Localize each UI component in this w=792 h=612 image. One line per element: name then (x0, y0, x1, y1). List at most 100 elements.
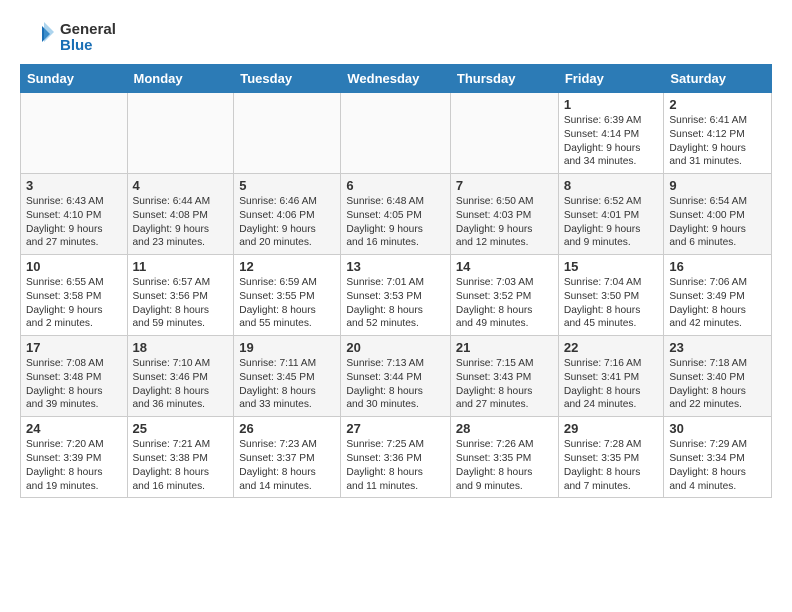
day-number: 27 (346, 421, 445, 436)
day-number: 20 (346, 340, 445, 355)
day-number: 5 (239, 178, 335, 193)
calendar-cell: 27 Sunrise: 7:25 AMSunset: 3:36 PMDayligh… (341, 417, 451, 498)
calendar-cell (127, 93, 234, 174)
day-info: Sunrise: 7:04 AMSunset: 3:50 PMDaylight:… (564, 276, 659, 331)
day-info: Sunrise: 7:06 AMSunset: 3:49 PMDaylight:… (669, 276, 766, 331)
header-day-monday: Monday (127, 65, 234, 93)
logo-icon (20, 20, 56, 56)
day-info: Sunrise: 6:59 AMSunset: 3:55 PMDaylight:… (239, 276, 335, 331)
day-number: 26 (239, 421, 335, 436)
day-number: 15 (564, 259, 659, 274)
week-row-4: 17 Sunrise: 7:08 AMSunset: 3:48 PMDayligh… (21, 336, 772, 417)
logo-general: General (60, 22, 116, 39)
header-day-wednesday: Wednesday (341, 65, 451, 93)
day-info: Sunrise: 7:28 AMSunset: 3:35 PMDaylight:… (564, 438, 659, 493)
calendar-cell: 10Sunrise: 6:55 AMSunset: 3:58 PMDayligh… (21, 255, 128, 336)
calendar-cell: 9 Sunrise: 6:54 AMSunset: 4:00 PMDaylight… (664, 174, 772, 255)
calendar-cell: 19 Sunrise: 7:11 AMSunset: 3:45 PMDayligh… (234, 336, 341, 417)
day-number: 19 (239, 340, 335, 355)
day-number: 25 (133, 421, 229, 436)
day-info: Sunrise: 6:43 AMSunset: 4:10 PMDaylight:… (26, 195, 122, 250)
day-number: 10 (26, 259, 122, 274)
day-info: Sunrise: 6:48 AMSunset: 4:05 PMDaylight:… (346, 195, 445, 250)
header-day-thursday: Thursday (450, 65, 558, 93)
day-number: 14 (456, 259, 553, 274)
calendar-cell: 18 Sunrise: 7:10 AMSunset: 3:46 PMDayligh… (127, 336, 234, 417)
calendar-cell (234, 93, 341, 174)
day-info: Sunrise: 7:15 AMSunset: 3:43 PMDaylight:… (456, 357, 553, 412)
calendar-cell: 28 Sunrise: 7:26 AMSunset: 3:35 PMDayligh… (450, 417, 558, 498)
day-info: Sunrise: 7:13 AMSunset: 3:44 PMDaylight:… (346, 357, 445, 412)
day-info: Sunrise: 6:44 AMSunset: 4:08 PMDaylight:… (133, 195, 229, 250)
day-info: Sunrise: 6:50 AMSunset: 4:03 PMDaylight:… (456, 195, 553, 250)
day-number: 1 (564, 97, 659, 112)
calendar-cell: 22 Sunrise: 7:16 AMSunset: 3:41 PMDayligh… (558, 336, 664, 417)
day-number: 6 (346, 178, 445, 193)
header-day-sunday: Sunday (21, 65, 128, 93)
day-number: 17 (26, 340, 122, 355)
day-number: 16 (669, 259, 766, 274)
calendar-cell (21, 93, 128, 174)
day-number: 3 (26, 178, 122, 193)
day-number: 4 (133, 178, 229, 193)
header-day-tuesday: Tuesday (234, 65, 341, 93)
calendar-cell: 15 Sunrise: 7:04 AMSunset: 3:50 PMDayligh… (558, 255, 664, 336)
page-header: General Blue (20, 16, 772, 56)
week-row-1: 1 Sunrise: 6:39 AMSunset: 4:14 PMDaylight… (21, 93, 772, 174)
day-info: Sunrise: 6:54 AMSunset: 4:00 PMDaylight:… (669, 195, 766, 250)
calendar-cell: 6 Sunrise: 6:48 AMSunset: 4:05 PMDaylight… (341, 174, 451, 255)
day-number: 21 (456, 340, 553, 355)
calendar-cell: 13 Sunrise: 7:01 AMSunset: 3:53 PMDayligh… (341, 255, 451, 336)
day-info: Sunrise: 7:18 AMSunset: 3:40 PMDaylight:… (669, 357, 766, 412)
day-number: 2 (669, 97, 766, 112)
calendar-cell: 7 Sunrise: 6:50 AMSunset: 4:03 PMDaylight… (450, 174, 558, 255)
day-info: Sunrise: 7:16 AMSunset: 3:41 PMDaylight:… (564, 357, 659, 412)
day-info: Sunrise: 7:01 AMSunset: 3:53 PMDaylight:… (346, 276, 445, 331)
calendar-cell: 29 Sunrise: 7:28 AMSunset: 3:35 PMDayligh… (558, 417, 664, 498)
calendar-cell: 17 Sunrise: 7:08 AMSunset: 3:48 PMDayligh… (21, 336, 128, 417)
calendar-cell: 25 Sunrise: 7:21 AMSunset: 3:38 PMDayligh… (127, 417, 234, 498)
day-info: Sunrise: 7:11 AMSunset: 3:45 PMDaylight:… (239, 357, 335, 412)
day-info: Sunrise: 6:39 AMSunset: 4:14 PMDaylight:… (564, 114, 659, 169)
day-info: Sunrise: 6:46 AMSunset: 4:06 PMDaylight:… (239, 195, 335, 250)
calendar-cell: 16 Sunrise: 7:06 AMSunset: 3:49 PMDayligh… (664, 255, 772, 336)
day-info: Sunrise: 6:52 AMSunset: 4:01 PMDaylight:… (564, 195, 659, 250)
calendar-cell (450, 93, 558, 174)
week-row-5: 24Sunrise: 7:20 AMSunset: 3:39 PMDayligh… (21, 417, 772, 498)
day-number: 13 (346, 259, 445, 274)
day-info: Sunrise: 7:21 AMSunset: 3:38 PMDaylight:… (133, 438, 229, 493)
logo-blue: Blue (60, 38, 116, 55)
calendar-cell: 2Sunrise: 6:41 AMSunset: 4:12 PMDaylight… (664, 93, 772, 174)
calendar-cell: 24Sunrise: 7:20 AMSunset: 3:39 PMDayligh… (21, 417, 128, 498)
week-row-2: 3 Sunrise: 6:43 AMSunset: 4:10 PMDaylight… (21, 174, 772, 255)
day-info: Sunrise: 7:08 AMSunset: 3:48 PMDaylight:… (26, 357, 122, 412)
calendar-cell: 23 Sunrise: 7:18 AMSunset: 3:40 PMDayligh… (664, 336, 772, 417)
day-info: Sunrise: 7:26 AMSunset: 3:35 PMDaylight:… (456, 438, 553, 493)
day-info: Sunrise: 7:10 AMSunset: 3:46 PMDaylight:… (133, 357, 229, 412)
calendar-cell: 11Sunrise: 6:57 AMSunset: 3:56 PMDayligh… (127, 255, 234, 336)
header-row: SundayMondayTuesdayWednesdayThursdayFrid… (21, 65, 772, 93)
calendar-cell: 21 Sunrise: 7:15 AMSunset: 3:43 PMDayligh… (450, 336, 558, 417)
calendar-cell: 1 Sunrise: 6:39 AMSunset: 4:14 PMDaylight… (558, 93, 664, 174)
day-number: 18 (133, 340, 229, 355)
day-number: 7 (456, 178, 553, 193)
day-number: 12 (239, 259, 335, 274)
day-number: 29 (564, 421, 659, 436)
day-number: 28 (456, 421, 553, 436)
day-number: 11 (133, 259, 229, 274)
calendar-cell: 26 Sunrise: 7:23 AMSunset: 3:37 PMDayligh… (234, 417, 341, 498)
calendar-cell: 30Sunrise: 7:29 AMSunset: 3:34 PMDayligh… (664, 417, 772, 498)
day-number: 9 (669, 178, 766, 193)
day-info: Sunrise: 7:20 AMSunset: 3:39 PMDaylight:… (26, 438, 122, 493)
header-day-friday: Friday (558, 65, 664, 93)
calendar-cell: 5 Sunrise: 6:46 AMSunset: 4:06 PMDaylight… (234, 174, 341, 255)
day-number: 23 (669, 340, 766, 355)
day-info: Sunrise: 7:25 AMSunset: 3:36 PMDaylight:… (346, 438, 445, 493)
day-info: Sunrise: 7:29 AMSunset: 3:34 PMDaylight:… (669, 438, 766, 493)
calendar-cell: 14Sunrise: 7:03 AMSunset: 3:52 PMDayligh… (450, 255, 558, 336)
calendar-cell: 12 Sunrise: 6:59 AMSunset: 3:55 PMDayligh… (234, 255, 341, 336)
day-number: 22 (564, 340, 659, 355)
day-info: Sunrise: 7:23 AMSunset: 3:37 PMDaylight:… (239, 438, 335, 493)
logo: General Blue (20, 20, 116, 56)
week-row-3: 10Sunrise: 6:55 AMSunset: 3:58 PMDayligh… (21, 255, 772, 336)
